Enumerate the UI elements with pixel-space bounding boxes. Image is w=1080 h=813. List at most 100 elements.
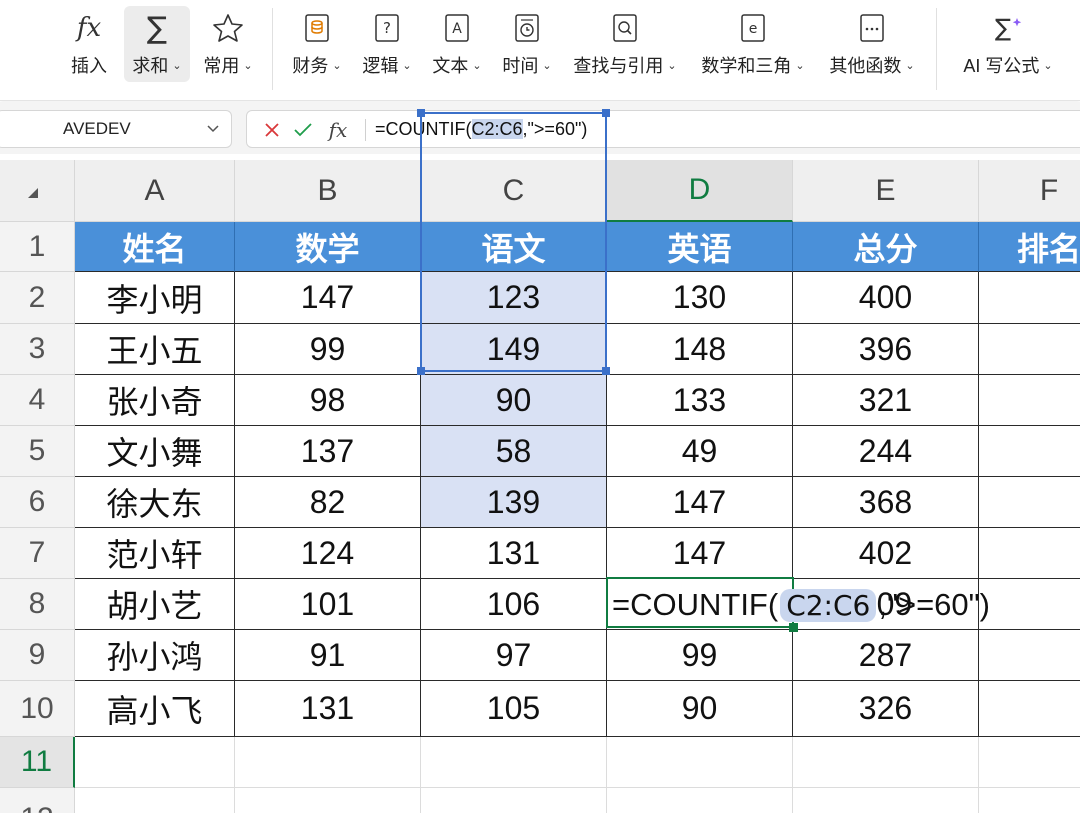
table-cell[interactable] bbox=[979, 788, 1080, 813]
table-header-cell[interactable]: 英语 bbox=[607, 222, 793, 272]
table-cell[interactable]: 131 bbox=[421, 528, 607, 579]
other-functions-button[interactable]: 其他函数 ⌄ bbox=[824, 6, 920, 82]
table-cell[interactable]: 326 bbox=[793, 681, 979, 737]
table-cell[interactable]: 287 bbox=[793, 630, 979, 681]
cancel-icon[interactable] bbox=[261, 117, 283, 143]
text-functions-button[interactable]: A 文本 ⌄ bbox=[428, 6, 486, 82]
row-header-2[interactable]: 2 bbox=[0, 272, 75, 324]
table-cell[interactable] bbox=[75, 737, 235, 788]
table-cell[interactable]: 90 bbox=[607, 681, 793, 737]
table-cell[interactable]: 147 bbox=[607, 477, 793, 528]
table-cell[interactable] bbox=[607, 737, 793, 788]
name-box[interactable]: AVEDEV bbox=[0, 110, 232, 148]
table-cell[interactable] bbox=[979, 579, 1080, 630]
table-cell[interactable] bbox=[979, 630, 1080, 681]
math-functions-button[interactable]: e 数学和三角 ⌄ bbox=[696, 6, 810, 82]
table-cell[interactable]: 321 bbox=[793, 375, 979, 426]
table-cell[interactable]: 396 bbox=[793, 324, 979, 375]
logic-functions-button[interactable]: ? 逻辑 ⌄ bbox=[358, 6, 416, 82]
table-header-cell[interactable]: 数学 bbox=[235, 222, 421, 272]
row-header-3[interactable]: 3 bbox=[0, 324, 75, 375]
table-cell[interactable]: 101 bbox=[235, 579, 421, 630]
row-header-10[interactable]: 10 bbox=[0, 681, 75, 737]
column-header-b[interactable]: B bbox=[235, 160, 421, 222]
column-header-d[interactable]: D bbox=[607, 160, 793, 222]
lookup-functions-button[interactable]: 查找与引用 ⌄ bbox=[568, 6, 682, 82]
formula-text[interactable]: =COUNTIF(C2:C6,">=60") bbox=[375, 119, 587, 140]
row-header-11[interactable]: 11 bbox=[0, 737, 75, 788]
table-cell[interactable] bbox=[979, 375, 1080, 426]
table-cell[interactable]: 98 bbox=[235, 375, 421, 426]
table-cell[interactable]: 李小明 bbox=[75, 272, 235, 324]
datetime-functions-button[interactable]: 时间 ⌄ bbox=[497, 6, 557, 82]
column-header-a[interactable]: A bbox=[75, 160, 235, 222]
table-cell[interactable]: 133 bbox=[607, 375, 793, 426]
table-cell[interactable]: 400 bbox=[793, 272, 979, 324]
edit-range-reference[interactable]: C2:C6 bbox=[780, 588, 877, 622]
table-cell[interactable] bbox=[979, 272, 1080, 324]
row-header-1[interactable]: 1 bbox=[0, 222, 75, 272]
table-cell[interactable]: 王小五 bbox=[75, 324, 235, 375]
table-header-cell[interactable]: 姓名 bbox=[75, 222, 235, 272]
table-cell[interactable]: 90 bbox=[421, 375, 607, 426]
table-header-cell[interactable]: 总分 bbox=[793, 222, 979, 272]
table-cell[interactable]: 137 bbox=[235, 426, 421, 477]
table-cell[interactable]: 147 bbox=[607, 528, 793, 579]
insert-function-button[interactable]: fx 插入 bbox=[60, 6, 118, 82]
table-cell[interactable]: 张小奇 bbox=[75, 375, 235, 426]
common-functions-button[interactable]: 常用 ⌄ bbox=[196, 6, 260, 82]
column-header-f[interactable]: F bbox=[979, 160, 1080, 222]
finance-functions-button[interactable]: 财务 ⌄ bbox=[288, 6, 346, 82]
table-cell[interactable]: 106 bbox=[421, 579, 607, 630]
row-header-9[interactable]: 9 bbox=[0, 630, 75, 681]
table-cell[interactable] bbox=[235, 788, 421, 813]
table-cell[interactable]: 123 bbox=[421, 272, 607, 324]
row-header-4[interactable]: 4 bbox=[0, 375, 75, 426]
select-all-corner[interactable] bbox=[0, 160, 75, 222]
table-cell[interactable]: 97 bbox=[421, 630, 607, 681]
row-header-8[interactable]: 8 bbox=[0, 579, 75, 630]
table-cell[interactable]: 139 bbox=[421, 477, 607, 528]
table-cell[interactable]: 147 bbox=[235, 272, 421, 324]
chevron-down-icon[interactable] bbox=[205, 120, 221, 143]
table-cell[interactable] bbox=[421, 788, 607, 813]
table-cell[interactable]: 文小舞 bbox=[75, 426, 235, 477]
table-cell[interactable]: 58 bbox=[421, 426, 607, 477]
table-cell[interactable]: 99 bbox=[607, 630, 793, 681]
table-cell[interactable] bbox=[75, 788, 235, 813]
table-cell[interactable]: 131 bbox=[235, 681, 421, 737]
table-cell[interactable] bbox=[979, 681, 1080, 737]
table-header-cell[interactable]: 排名 bbox=[979, 222, 1080, 272]
row-header-5[interactable]: 5 bbox=[0, 426, 75, 477]
table-cell[interactable] bbox=[979, 324, 1080, 375]
table-cell[interactable]: 130 bbox=[607, 272, 793, 324]
table-cell[interactable]: 368 bbox=[793, 477, 979, 528]
column-header-e[interactable]: E bbox=[793, 160, 979, 222]
table-cell[interactable]: 胡小艺 bbox=[75, 579, 235, 630]
row-header-7[interactable]: 7 bbox=[0, 528, 75, 579]
table-cell[interactable] bbox=[793, 788, 979, 813]
table-cell[interactable] bbox=[235, 737, 421, 788]
table-cell[interactable]: 105 bbox=[421, 681, 607, 737]
table-cell[interactable]: 49 bbox=[607, 426, 793, 477]
table-cell[interactable] bbox=[979, 477, 1080, 528]
table-cell[interactable]: 徐大东 bbox=[75, 477, 235, 528]
table-cell[interactable] bbox=[979, 426, 1080, 477]
table-cell[interactable] bbox=[607, 788, 793, 813]
row-header-12[interactable]: 12 bbox=[0, 788, 75, 813]
table-cell[interactable] bbox=[421, 737, 607, 788]
table-cell[interactable]: 高小飞 bbox=[75, 681, 235, 737]
table-cell[interactable]: 124 bbox=[235, 528, 421, 579]
confirm-check-icon[interactable] bbox=[291, 117, 315, 143]
table-cell[interactable]: 244 bbox=[793, 426, 979, 477]
table-cell[interactable] bbox=[793, 737, 979, 788]
table-cell[interactable]: 孙小鸿 bbox=[75, 630, 235, 681]
formula-input[interactable]: fx =COUNTIF(C2:C6,">=60") bbox=[246, 110, 1080, 148]
table-cell[interactable]: 91 bbox=[235, 630, 421, 681]
table-cell[interactable] bbox=[979, 528, 1080, 579]
row-header-6[interactable]: 6 bbox=[0, 477, 75, 528]
table-cell[interactable]: 范小轩 bbox=[75, 528, 235, 579]
fill-handle[interactable] bbox=[789, 623, 798, 632]
table-cell[interactable] bbox=[979, 737, 1080, 788]
column-header-c[interactable]: C bbox=[421, 160, 607, 222]
